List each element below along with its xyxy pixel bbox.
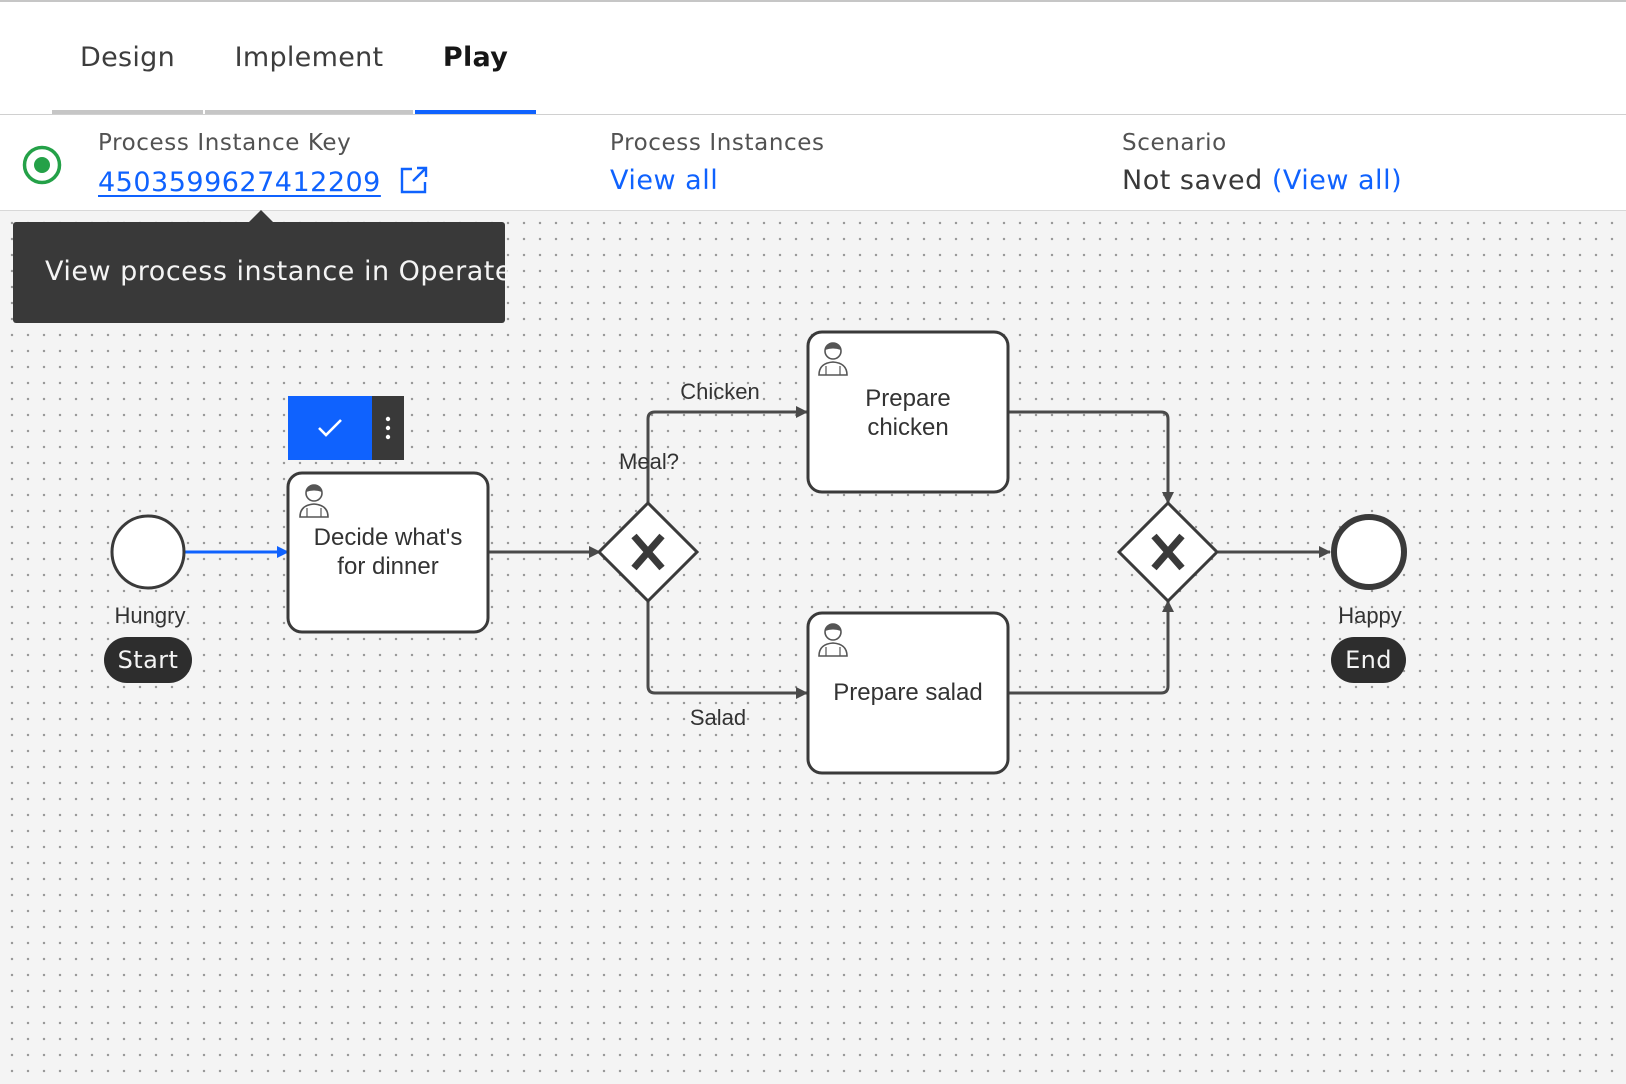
start-badge[interactable]: Start <box>104 637 192 683</box>
task-chicken-label-line1: Prepare <box>865 385 951 412</box>
end-event[interactable] <box>1331 514 1407 590</box>
more-options-button[interactable] <box>372 396 404 460</box>
flow-chicken-to-join[interactable] <box>1008 410 1174 504</box>
tab-implement-label: Implement <box>234 42 384 73</box>
flow-chicken-label: Chicken <box>680 379 760 404</box>
scenario-section: Scenario Not saved (View all) <box>1122 130 1402 196</box>
start-event-label: Hungry <box>114 603 186 628</box>
start-event[interactable] <box>110 514 186 590</box>
process-instance-key-section: Process Instance Key 4503599627412209 <box>98 130 429 198</box>
scenario-status: Not saved <box>1122 165 1263 196</box>
tab-bar: Design Implement Play <box>0 2 1626 115</box>
scenario-label: Scenario <box>1122 130 1227 156</box>
view-all-instances-link[interactable]: View all <box>610 165 718 196</box>
end-event-label: Happy <box>1338 603 1402 628</box>
process-instances-label: Process Instances <box>610 130 825 156</box>
tab-design[interactable]: Design <box>52 2 203 115</box>
tab-design-label: Design <box>79 42 176 73</box>
flow-salad-to-join[interactable] <box>1008 600 1174 695</box>
operate-link-tooltip: View process instance in Operate <box>13 222 512 323</box>
end-badge[interactable]: End <box>1331 637 1406 683</box>
flow-salad-label: Salad <box>689 705 747 730</box>
process-instance-key-label: Process Instance Key <box>98 130 352 156</box>
radio-button-checked-icon <box>22 145 62 185</box>
launch-icon[interactable] <box>399 165 429 195</box>
instance-info-bar: Process Instance Key 4503599627412209 Pr… <box>0 115 1626 211</box>
task-chicken-label-line2: chicken <box>867 414 949 441</box>
task-decide-label-line2: for dinner <box>337 553 439 580</box>
process-instances-section: Process Instances View all <box>610 130 825 196</box>
flow-salad[interactable] <box>646 601 808 699</box>
overflow-menu-vertical-icon <box>385 416 391 440</box>
complete-task-button[interactable] <box>288 396 372 460</box>
gateway-meal-label: Meal? <box>619 449 679 474</box>
task-salad-label: Prepare salad <box>833 679 983 706</box>
process-instance-key-link[interactable]: 4503599627412209 <box>98 167 381 198</box>
tab-implement[interactable]: Implement <box>205 2 413 115</box>
view-all-scenarios-link[interactable]: (View all) <box>1272 165 1402 196</box>
task-decide-label-line1: Decide what's <box>313 524 463 551</box>
task-action-toolbar <box>288 396 404 460</box>
tab-play-label: Play <box>442 42 509 73</box>
tab-play[interactable]: Play <box>415 2 536 115</box>
checkmark-icon <box>318 419 342 437</box>
